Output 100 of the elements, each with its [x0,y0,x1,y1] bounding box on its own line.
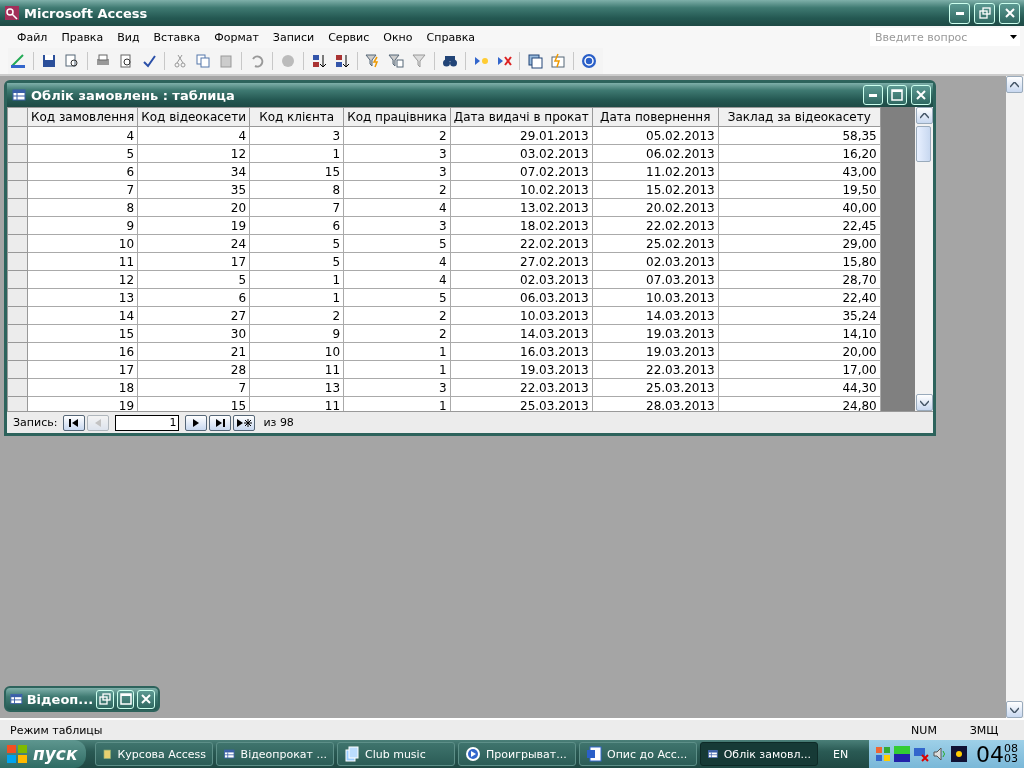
table-cell: 18 [27,378,138,397]
maximize-button[interactable] [887,85,907,105]
menu-item[interactable]: Правка [54,30,111,44]
new-record-button[interactable] [233,414,256,431]
close-button[interactable] [137,689,155,709]
menu-item[interactable]: Окно [376,30,420,44]
previous-record-icon [94,417,103,428]
last-record-icon [215,417,226,428]
column-header[interactable]: Код замовлення [27,107,138,127]
table-cell: 06.03.2013 [450,288,593,307]
table-cell: 40,00 [718,198,881,217]
menu-item[interactable]: Вставка [146,30,208,44]
table-cell: 20,00 [718,342,881,361]
menu-item[interactable]: Записи [265,30,322,44]
document-icon [586,746,602,762]
scroll-down-button[interactable] [1006,701,1023,718]
toolbar-button[interactable] [525,51,545,71]
num-lock-indicator: NUM [910,723,938,737]
taskbar-button[interactable]: Опис до Acc... [579,742,697,766]
speaker-icon [932,746,948,762]
table-cell: 17 [137,252,250,271]
restore-button[interactable] [96,689,114,709]
scroll-thumb[interactable] [915,126,931,162]
table-cell: 1 [343,360,451,379]
close-icon [1003,7,1016,19]
menu-item[interactable]: Формат [207,30,266,44]
scroll-up-button[interactable] [915,107,933,124]
taskbar-button[interactable]: Club music [337,742,455,766]
table-cell: 7 [27,180,138,199]
column-header[interactable]: Дата повернення [592,107,719,127]
table-cell: 15 [249,162,344,181]
table-cell: 2 [249,306,344,325]
maximize-button[interactable] [116,689,135,709]
print-preview-icon [118,53,134,69]
table-cell: 5 [343,288,451,307]
menu-item[interactable]: Справка [419,30,482,44]
taskbar-button[interactable]: Облік замовл... [700,742,818,766]
table-cell: 19.03.2013 [450,360,593,379]
table-cell: 8 [249,180,344,199]
record-number-field[interactable]: 1 [115,414,180,431]
table-cell: 17 [27,360,138,379]
language-indicator[interactable]: EN [833,747,849,761]
table-cell: 3 [343,378,451,397]
scrollbar[interactable] [1006,76,1024,718]
minimized-window[interactable]: Відеоп... [4,686,160,712]
toolbar-button[interactable] [579,51,599,71]
table-cell: 16.03.2013 [450,342,593,361]
filter-icon [411,53,427,69]
scroll-up-button[interactable] [1006,76,1023,93]
next-record-button[interactable] [185,414,208,431]
minimize-button[interactable] [949,2,970,24]
column-header[interactable]: Код працівника [343,107,451,127]
menu-item[interactable]: Вид [110,30,147,44]
column-header[interactable]: Заклад за відеокасету [718,107,881,127]
menu-item[interactable]: Сервис [321,30,377,44]
table-icon [9,691,24,707]
scrollbar[interactable] [915,107,933,411]
table-cell: 29,00 [718,234,881,253]
clock-hour: 04 [976,741,1004,767]
first-record-button[interactable] [63,414,86,431]
table-cell: 5 [249,252,344,271]
windows-logo-icon [6,744,28,764]
table-cell: 4 [137,126,250,145]
window-title: Microsoft Access [24,5,149,21]
last-record-button[interactable] [209,414,232,431]
table-cell: 05.02.2013 [592,126,719,145]
table-cell: 16 [27,342,138,361]
filter-icon [365,53,381,69]
taskbar-button[interactable]: Курсова Access [95,742,213,766]
table-cell: 35,24 [718,306,881,325]
table-cell: 27 [137,306,250,325]
table-cell: 7 [249,198,344,217]
status-mode: Режим таблицы [10,723,104,737]
table-cell: 12 [137,144,250,163]
taskbar-button[interactable]: Проигрыват... [458,742,576,766]
table-cell: 03.02.2013 [450,144,593,163]
scissors-icon [172,53,188,69]
menu-item[interactable]: Файл [10,30,55,44]
scroll-down-button[interactable] [915,394,933,411]
row-selector[interactable] [7,107,28,127]
close-button[interactable] [911,85,931,105]
binoculars-icon [442,53,458,69]
close-button[interactable] [999,2,1020,24]
table-cell: 1 [343,342,451,361]
help-search-field[interactable]: Введите вопрос [870,28,1020,46]
table-cell: 19.03.2013 [592,324,719,343]
table-cell: 22.03.2013 [450,378,593,397]
table-cell: 3 [343,162,451,181]
search-icon [64,53,80,69]
column-header[interactable]: Код клієнта [249,107,344,127]
table-cell: 11 [249,360,344,379]
column-header[interactable]: Код відеокасети [137,107,250,127]
restore-button[interactable] [974,2,995,24]
start-button[interactable]: пуск [0,740,86,768]
column-header[interactable]: Дата видачі в прокат [450,107,593,127]
minimize-button[interactable] [863,85,883,105]
table-cell: 19.03.2013 [592,342,719,361]
taskbar-button[interactable]: Відеопрокат ... [216,742,334,766]
close-icon [915,89,927,101]
table-cell: 7 [137,378,250,397]
